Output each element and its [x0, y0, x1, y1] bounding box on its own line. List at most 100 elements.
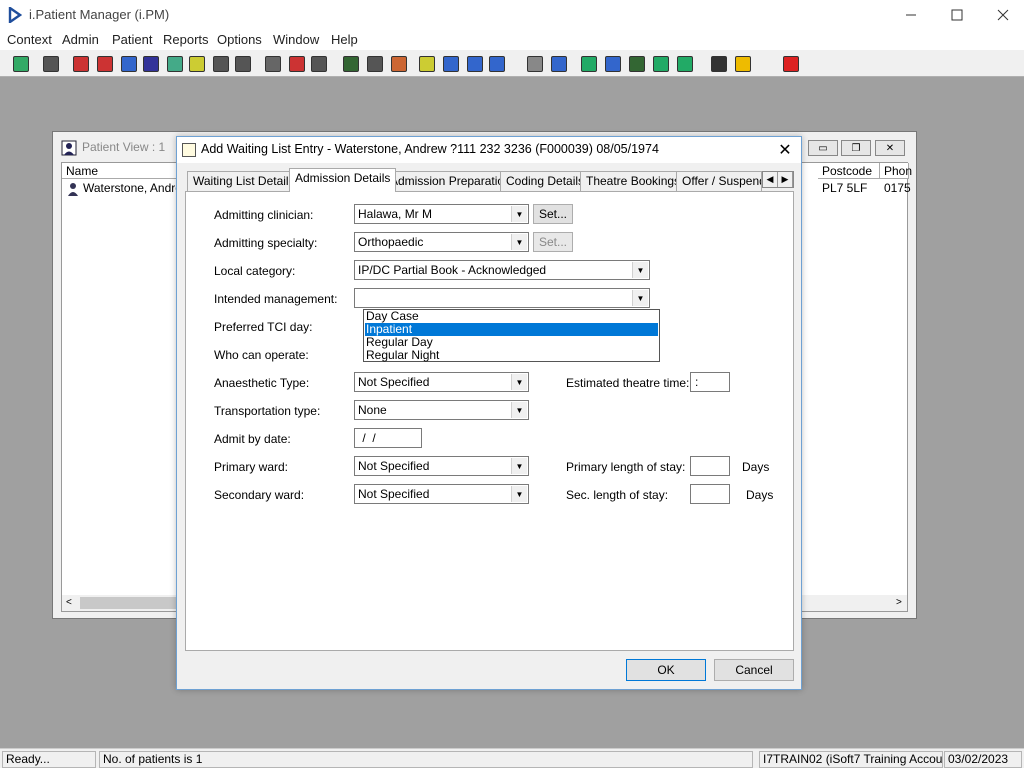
set-clinician-button[interactable]: Set... [533, 204, 573, 224]
note-toolbar-button[interactable] [186, 53, 208, 75]
swap-toolbar-button[interactable] [708, 53, 730, 75]
warning-icon [735, 56, 751, 72]
toolbar [0, 50, 1024, 77]
form-icon [367, 56, 383, 72]
car-icon [213, 56, 229, 72]
patient-row-phone[interactable]: 0175 [884, 181, 911, 195]
user-toolbar-button[interactable] [10, 53, 32, 75]
menu-help[interactable]: Help [331, 32, 358, 47]
tab-scroll-left-icon[interactable]: ◀ [763, 172, 778, 187]
doc-tick-toolbar-button[interactable] [626, 53, 648, 75]
estimated-theatre-time-input[interactable]: : [690, 372, 730, 392]
checklist-toolbar-button[interactable] [440, 53, 462, 75]
doc-check-toolbar-button[interactable] [602, 53, 624, 75]
status-date: 03/02/2023 [944, 751, 1022, 768]
doc-arrow-toolbar-button[interactable] [650, 53, 672, 75]
title-bar: i.Patient Manager (i.PM) [0, 0, 1024, 30]
close-button[interactable] [980, 0, 1024, 30]
column-header-name[interactable]: Name [62, 163, 182, 179]
option-regular-night[interactable]: Regular Night [365, 349, 658, 362]
menu-window[interactable]: Window [273, 32, 319, 47]
primary-ward-label: Primary ward: [214, 460, 289, 474]
screen-icon [265, 56, 281, 72]
globe-toolbar-button[interactable] [578, 53, 600, 75]
menu-options[interactable]: Options [217, 32, 262, 47]
tab-scroll-buttons[interactable]: ◀ ▶ [762, 171, 794, 188]
bed2-toolbar-button[interactable] [486, 53, 508, 75]
m-letter-icon [143, 56, 159, 72]
patient-view-close-button[interactable]: ✕ [875, 140, 905, 156]
set-specialty-button[interactable]: Set... [533, 232, 573, 252]
cert-toolbar-button[interactable] [340, 53, 362, 75]
menu-context[interactable]: Context [7, 32, 52, 47]
local-category-select[interactable]: IP/DC Partial Book - Acknowledged ▼ [354, 260, 650, 280]
admitting-specialty-select[interactable]: Orthopaedic ▼ [354, 232, 529, 252]
form-toolbar-button[interactable] [364, 53, 386, 75]
primary-length-of-stay-input[interactable] [690, 456, 730, 476]
column-header-phone[interactable]: Phon [880, 163, 912, 179]
book-toolbar-button[interactable] [70, 53, 92, 75]
warning-toolbar-button[interactable] [732, 53, 754, 75]
panel-toolbar-button[interactable] [308, 53, 330, 75]
bed-toolbar-button[interactable] [464, 53, 486, 75]
primary-length-of-stay-label: Primary length of stay: [566, 460, 686, 474]
car-toolbar-button[interactable] [210, 53, 232, 75]
ok-button[interactable]: OK [626, 659, 706, 681]
tab-admission-preparation[interactable]: Admission Preparation [384, 171, 517, 191]
doc-arrow2-toolbar-button[interactable] [674, 53, 696, 75]
edit-toolbar-button[interactable] [94, 53, 116, 75]
cancel-button[interactable]: Cancel [714, 659, 794, 681]
tab-coding-details[interactable]: Coding Details [500, 171, 591, 191]
list-toolbar-button[interactable] [416, 53, 438, 75]
admit-by-date-input[interactable]: / / [354, 428, 422, 448]
menu-admin[interactable]: Admin [62, 32, 99, 47]
primary-length-of-stay-unit: Days [742, 460, 770, 474]
anaesthetic-type-value: Not Specified [358, 375, 430, 389]
menu-patient[interactable]: Patient [112, 32, 152, 47]
menu-reports[interactable]: Reports [163, 32, 209, 47]
scroll-right-icon[interactable]: > [896, 597, 902, 608]
patient-view-minimize-button[interactable]: ▭ [808, 140, 838, 156]
m-letter-toolbar-button[interactable] [140, 53, 162, 75]
patient-row-postcode[interactable]: PL7 5LF [822, 181, 867, 195]
tab-offer-suspend[interactable]: Offer / Suspend [676, 171, 762, 191]
column-header-postcode[interactable]: Postcode [818, 163, 880, 179]
screen-toolbar-button[interactable] [262, 53, 284, 75]
clock-toolbar-button[interactable] [286, 53, 308, 75]
secondary-ward-select[interactable]: Not Specified ▼ [354, 484, 529, 504]
print-toolbar-button[interactable] [40, 53, 62, 75]
page-toolbar-button[interactable] [524, 53, 546, 75]
transportation-type-select[interactable]: None ▼ [354, 400, 529, 420]
tab-scroll-right-icon[interactable]: ▶ [778, 172, 793, 187]
monitor-toolbar-button[interactable] [118, 53, 140, 75]
chart-icon [551, 56, 567, 72]
primary-ward-select[interactable]: Not Specified ▼ [354, 456, 529, 476]
bed2-icon [489, 56, 505, 72]
scroll-left-icon[interactable]: < [66, 597, 72, 608]
tab-admission-details[interactable]: Admission Details [289, 168, 397, 192]
menu-bar: Context Admin Patient Reports Options Wi… [0, 30, 1024, 50]
patient-row-name[interactable]: Waterstone, Andrew [83, 181, 191, 195]
maximize-button[interactable] [934, 0, 980, 30]
sec-length-of-stay-input[interactable] [690, 484, 730, 504]
tab-waiting-list-details[interactable]: Waiting List Details [187, 171, 301, 191]
dialog-close-button[interactable]: ✕ [773, 139, 797, 161]
globe-icon [581, 56, 597, 72]
intended-management-select[interactable]: ▼ [354, 288, 650, 308]
chart-toolbar-button[interactable] [548, 53, 570, 75]
patient-view-restore-button[interactable]: ❐ [841, 140, 871, 156]
doc-arrow-icon [653, 56, 669, 72]
person-toolbar-button[interactable] [164, 53, 186, 75]
exit-toolbar-button[interactable] [780, 53, 802, 75]
car2-icon [235, 56, 251, 72]
book-icon [73, 56, 89, 72]
chevron-down-icon: ▼ [632, 262, 648, 278]
tab-theatre-bookings[interactable]: Theatre Bookings [580, 171, 687, 191]
compass-toolbar-button[interactable] [388, 53, 410, 75]
car2-toolbar-button[interactable] [232, 53, 254, 75]
minimize-button[interactable] [888, 0, 934, 30]
anaesthetic-type-select[interactable]: Not Specified ▼ [354, 372, 529, 392]
primary-ward-value: Not Specified [358, 459, 430, 473]
admitting-clinician-select[interactable]: Halawa, Mr M ▼ [354, 204, 529, 224]
chevron-down-icon: ▼ [511, 206, 527, 222]
